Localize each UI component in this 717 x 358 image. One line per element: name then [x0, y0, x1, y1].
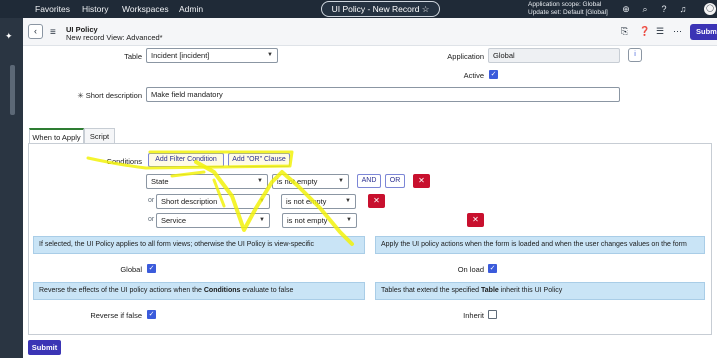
short-description-label: ✳ Short description — [60, 91, 142, 100]
reverse-help-pre: Reverse the effects of the UI policy act… — [39, 287, 204, 294]
application-label: Application — [447, 52, 484, 61]
left-navigation-rail: ✦ — [0, 18, 23, 358]
condition-field-value: Short description — [161, 197, 218, 206]
condition-operator-value: is not empty — [277, 177, 318, 186]
nav-admin[interactable]: Admin — [179, 4, 203, 14]
condition-field-value: Service — [161, 216, 187, 225]
tab-when-to-apply[interactable]: When to Apply — [29, 128, 84, 144]
help-icon[interactable]: ? — [658, 3, 670, 15]
attachment-paperclip-icon[interactable]: ⎘ — [621, 26, 628, 37]
nav-history[interactable]: History — [82, 4, 108, 14]
global-checkbox[interactable]: ✓ — [147, 264, 156, 273]
globe-icon[interactable]: ⊕ — [620, 3, 632, 15]
global-label: Global — [120, 265, 142, 274]
inherit-help-post: inherit this UI Policy — [498, 287, 563, 294]
inherit-checkbox[interactable] — [488, 310, 497, 319]
onload-label: On load — [457, 265, 484, 274]
help-circle-icon[interactable]: ❓ — [639, 26, 650, 37]
conditions-label: Conditions — [106, 157, 142, 166]
table-label: Table — [124, 52, 142, 61]
condition-operator-select[interactable]: is not empty ▼ — [272, 174, 349, 189]
reverse-help-post: evaluate to false — [240, 287, 294, 294]
tab-script[interactable]: Script — [84, 128, 115, 144]
chevron-down-icon: ▼ — [259, 198, 265, 204]
reverse-help-text: Reverse the effects of the UI policy act… — [33, 282, 365, 300]
update-set-text: Update set: Default [Global] — [528, 8, 608, 16]
top-navigation-bar: Favorites History Workspaces Admin UI Po… — [0, 0, 717, 18]
reverse-help-bold: Conditions — [203, 287, 241, 294]
notifications-bell-icon[interactable]: ♫ — [677, 3, 689, 15]
nav-workspaces[interactable]: Workspaces — [122, 4, 169, 14]
add-filter-condition-button[interactable]: Add Filter Condition — [148, 153, 224, 167]
chevron-down-icon: ▼ — [346, 217, 352, 223]
short-description-input[interactable]: Make field mandatory — [146, 87, 620, 102]
pin-icon[interactable]: ✦ — [5, 31, 13, 42]
add-or-clause-button[interactable]: Add "OR" Clause — [228, 153, 290, 167]
delete-condition-button[interactable]: ✕ — [413, 174, 430, 188]
form-header: ‹ ≡ UI Policy New record View: Advanced*… — [23, 18, 717, 46]
reverse-if-false-checkbox[interactable]: ✓ — [147, 310, 156, 319]
or-prefix-label: or — [148, 216, 155, 223]
chevron-down-icon: ▼ — [345, 198, 351, 204]
activity-icon[interactable]: ☰ — [656, 26, 664, 37]
submit-button-top[interactable]: Submit — [690, 24, 717, 40]
onload-help-text: Apply the UI policy actions when the for… — [375, 236, 705, 254]
condition-operator-select[interactable]: is not empty ▼ — [281, 194, 356, 209]
condition-operator-value: is not empty — [287, 216, 328, 225]
or-prefix-label: or — [148, 197, 155, 204]
onload-checkbox[interactable]: ✓ — [488, 264, 497, 273]
nav-favorites[interactable]: Favorites — [35, 4, 70, 14]
delete-condition-button[interactable]: ✕ — [368, 194, 385, 208]
chevron-down-icon: ▼ — [267, 52, 273, 58]
and-button[interactable]: AND — [357, 174, 381, 188]
chevron-down-icon: ▼ — [338, 178, 344, 184]
reverse-if-false-label: Reverse if false — [90, 311, 142, 320]
or-button[interactable]: OR — [385, 174, 405, 188]
inherit-help-pre: Tables that extend the specified — [381, 287, 482, 294]
user-avatar[interactable]: ◯ — [704, 3, 716, 15]
inherit-label: Inherit — [463, 311, 484, 320]
table-select[interactable]: Incident [incident] ▼ — [146, 48, 278, 63]
condition-field-select[interactable]: State ▼ — [146, 174, 268, 189]
record-title-pill[interactable]: UI Policy - New Record ☆ — [321, 1, 440, 17]
mandatory-asterisk-icon: ✳ — [77, 91, 84, 100]
more-options-icon[interactable]: ⋯ — [673, 26, 682, 37]
application-field[interactable]: Global — [488, 48, 620, 63]
condition-operator-select[interactable]: is not empty ▼ — [282, 213, 357, 228]
short-description-label-text: Short description — [85, 91, 142, 100]
chevron-down-icon: ▼ — [257, 178, 263, 184]
form-context-menu-icon[interactable]: ≡ — [50, 27, 56, 38]
rail-scrollbar[interactable] — [10, 65, 15, 115]
record-view-subtitle: New record View: Advanced* — [66, 33, 163, 42]
global-help-text: If selected, the UI Policy applies to al… — [33, 236, 365, 254]
chevron-down-icon: ▼ — [259, 217, 265, 223]
scope-info[interactable]: Application scope: Global Update set: De… — [528, 1, 608, 16]
table-select-value: Incident [incident] — [151, 51, 210, 60]
search-icon[interactable]: ⌕ — [639, 3, 651, 15]
condition-field-select[interactable]: Service ▼ — [156, 213, 270, 228]
submit-button-bottom[interactable]: Submit — [28, 340, 61, 355]
back-button[interactable]: ‹ — [28, 24, 43, 39]
active-checkbox[interactable]: ✓ — [489, 70, 498, 79]
delete-condition-button[interactable]: ✕ — [467, 213, 484, 227]
condition-field-select[interactable]: Short description ▼ — [156, 194, 270, 209]
inherit-help-bold: Table — [481, 287, 499, 294]
application-scope-text: Application scope: Global — [528, 1, 602, 8]
info-icon[interactable]: i — [628, 48, 642, 62]
condition-field-value: State — [151, 177, 169, 186]
inherit-help-text: Tables that extend the specified Table i… — [375, 282, 705, 300]
condition-operator-value: is not empty — [286, 197, 327, 206]
active-label: Active — [463, 71, 484, 80]
